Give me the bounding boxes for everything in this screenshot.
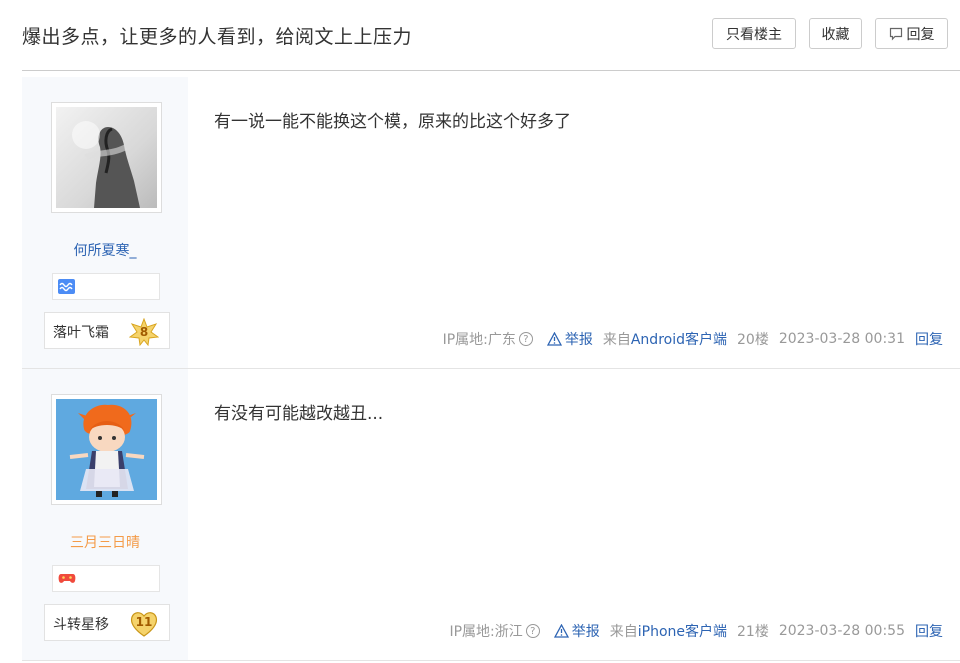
help-icon[interactable]: ?: [518, 332, 533, 346]
favorite-button[interactable]: 收藏: [809, 18, 862, 49]
warning-icon: [546, 332, 562, 346]
thread-title: 爆出多点，让更多的人看到，给阅文上上压力: [22, 26, 413, 48]
help-icon[interactable]: ?: [525, 624, 540, 638]
author-panel: 三月三日晴 斗转星移 11: [22, 369, 188, 660]
reply-link[interactable]: 回复: [915, 329, 943, 349]
report-link[interactable]: 举报: [553, 621, 600, 641]
post-meta: IP属地:广东 ? 举报 来自 Android客户端 20楼 2023-03-2…: [443, 329, 943, 349]
client-link[interactable]: iPhone客户端: [638, 621, 727, 641]
source-prefix: 来自: [602, 332, 631, 348]
reply-link[interactable]: 回复: [915, 621, 943, 641]
thread-header: 爆出多点，让更多的人看到，给阅文上上压力 只看楼主 收藏 回复: [0, 0, 960, 70]
level-title: 斗转星移: [53, 617, 109, 633]
comment-icon: [889, 27, 902, 40]
author-panel: 何所夏寒_ 落叶飞霜 8: [22, 77, 188, 368]
post-item: 何所夏寒_ 落叶飞霜 8 有一说一能不能换这个模，原来的比这个好多了 IP属地:…: [22, 77, 960, 369]
only-op-button[interactable]: 只看楼主: [712, 18, 796, 49]
client-link[interactable]: Android客户端: [631, 329, 727, 349]
level-number: 8: [139, 325, 149, 339]
ip-location: IP属地:广东: [442, 332, 516, 348]
post-time: 2023-03-28 00:55: [778, 623, 905, 639]
post-item: 三月三日晴 斗转星移 11 有没有可能越改越丑... IP属地:浙江 ? 举报 …: [22, 369, 960, 661]
avatar[interactable]: [51, 102, 162, 213]
avatar[interactable]: [51, 394, 162, 505]
username[interactable]: 三月三日晴: [22, 532, 188, 552]
source-prefix: 来自: [609, 624, 638, 640]
reply-button[interactable]: 回复: [875, 18, 948, 49]
avatar-image: [56, 399, 157, 500]
level-title: 落叶飞霜: [53, 325, 109, 341]
header-divider: [22, 70, 960, 71]
user-badge[interactable]: [52, 565, 160, 592]
level-badge[interactable]: 落叶飞霜 8: [44, 312, 170, 349]
username[interactable]: 何所夏寒_: [22, 240, 188, 260]
reply-button-label: 回复: [906, 26, 935, 43]
post-time: 2023-03-28 00:31: [778, 331, 905, 347]
level-badge[interactable]: 斗转星移 11: [44, 604, 170, 641]
report-label: 举报: [571, 624, 600, 640]
game-badge-icon: [58, 574, 76, 583]
floor-number: 21楼: [737, 624, 769, 640]
wave-badge-icon: [58, 279, 75, 294]
post-content: 有没有可能越改越丑...: [214, 404, 384, 424]
warning-icon: [553, 624, 569, 638]
floor-number: 20楼: [737, 332, 769, 348]
level-number: 11: [135, 615, 153, 629]
post-meta: IP属地:浙江 ? 举报 来自 iPhone客户端 21楼 2023-03-28…: [449, 621, 943, 641]
report-link[interactable]: 举报: [546, 329, 593, 349]
ip-location: IP属地:浙江: [449, 624, 523, 640]
report-label: 举报: [564, 332, 593, 348]
post-content: 有一说一能不能换这个模，原来的比这个好多了: [214, 112, 571, 132]
avatar-image: [56, 107, 157, 208]
user-badge[interactable]: [52, 273, 160, 300]
